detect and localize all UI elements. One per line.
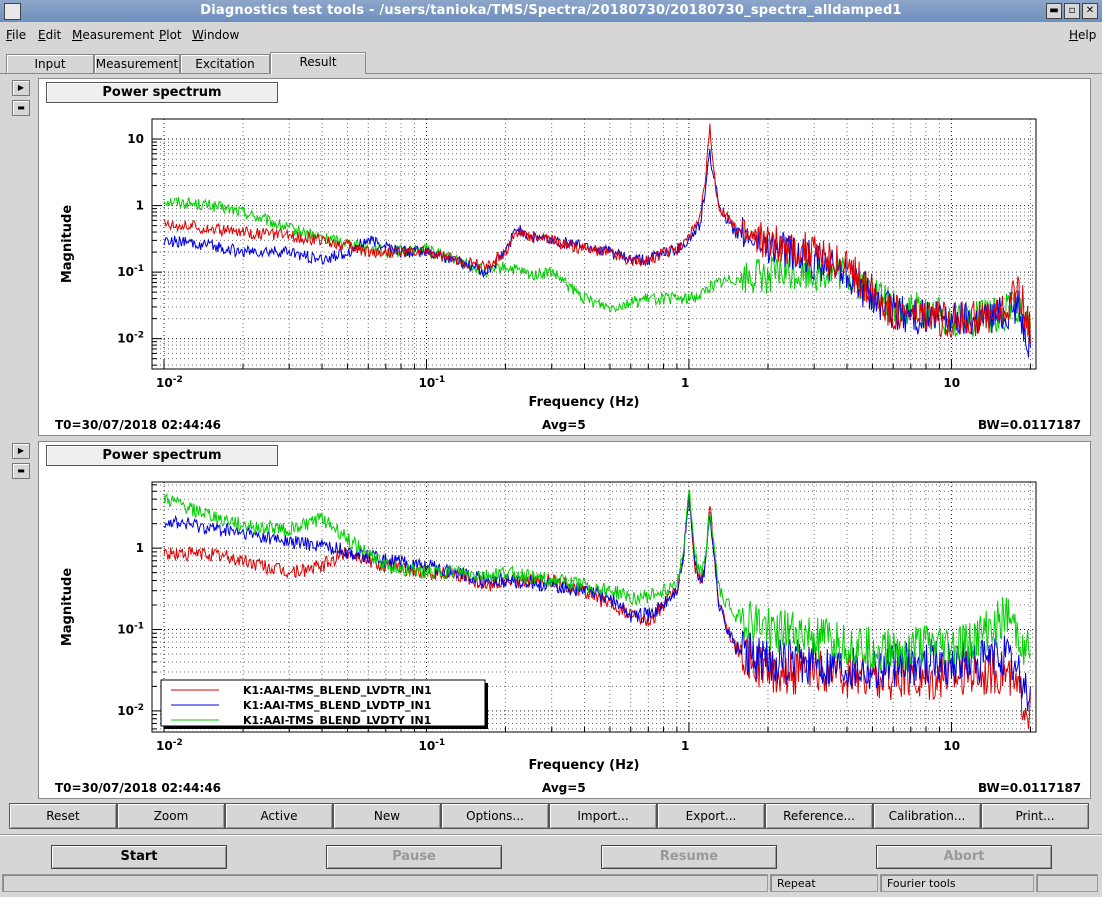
reset-button[interactable]: Reset (9, 803, 117, 829)
panel1-avg: Avg=5 (542, 418, 586, 432)
panel1-collapse-icon[interactable]: ▬ (12, 100, 30, 116)
x-tick-label-1: 10-1 (418, 738, 445, 753)
y-tick-label-0: 10-2 (117, 703, 144, 718)
options-button[interactable]: Options... (441, 803, 549, 829)
tab-result[interactable]: Result (270, 52, 366, 74)
status-repeat: Repeat (770, 874, 878, 892)
title-bar: Diagnostics test tools - /users/tanioka/… (0, 0, 1102, 22)
status-message (2, 874, 768, 892)
y-axis-label: Magnitude (60, 568, 75, 647)
menu-help[interactable]: Help (1069, 28, 1096, 42)
x-tick-label-0: 10-2 (156, 375, 183, 390)
tab-input[interactable]: Input (6, 54, 94, 73)
menu-window[interactable]: Window (192, 28, 239, 42)
series-line-1 (163, 493, 1031, 711)
panel1-expand-icon[interactable]: ▶ (12, 80, 30, 96)
y-tick-label-2: 1 (136, 199, 144, 213)
legend-entry-0: K1:AAI-TMS_BLEND_LVDTR_IN1 (243, 684, 432, 697)
tab-excitation[interactable]: Excitation (180, 54, 270, 73)
series-line-2 (163, 489, 1031, 671)
x-tick-label-1: 10-1 (418, 375, 445, 390)
legend-entry-1: K1:AAI-TMS_BLEND_LVDTP_IN1 (243, 699, 431, 712)
grid (151, 119, 1036, 369)
y-tick-label-3: 10 (127, 132, 144, 146)
y-axis-label: Magnitude (60, 205, 75, 284)
y-tick-label-1: 10-1 (117, 264, 144, 279)
y-tick-label-1: 10-1 (117, 622, 144, 637)
menu-measurement[interactable]: Measurement (72, 28, 154, 42)
series-line-0 (163, 196, 1031, 338)
x-tick-label-3: 10 (943, 739, 960, 753)
export-button[interactable]: Export... (657, 803, 765, 829)
active-button[interactable]: Active (225, 803, 333, 829)
tab-measurement[interactable]: Measurement (94, 54, 180, 73)
calibration-button[interactable]: Calibration... (873, 803, 981, 829)
zoom-button[interactable]: Zoom (117, 803, 225, 829)
import-button[interactable]: Import... (549, 803, 657, 829)
legend-entry-2: K1:AAI-TMS_BLEND_LVDTY_IN1 (243, 714, 431, 727)
panel2-bw: BW=0.0117187 (978, 781, 1082, 795)
power-spectrum-plot-1[interactable]: 10-2 10-1 1 10 10-2 10-1 1 10 Frequency (Hz) Magn… (39, 79, 1090, 435)
panel2-collapse-icon[interactable]: ▬ (12, 463, 30, 479)
panel2-avg: Avg=5 (542, 781, 586, 795)
window-title: Diagnostics test tools - /users/tanioka/… (200, 3, 902, 18)
menu-bar: File Edit Measurement Plot Window Help (0, 24, 1102, 46)
print-button[interactable]: Print... (981, 803, 1089, 829)
start-button[interactable]: Start (51, 845, 227, 869)
x-axis-label: Frequency (Hz) (529, 395, 640, 410)
tab-baseline (0, 73, 1102, 74)
y-tick-label-0: 10-2 (117, 331, 144, 346)
menu-edit[interactable]: Edit (38, 28, 61, 42)
separator (0, 834, 1102, 836)
x-tick-label-2: 1 (681, 376, 689, 390)
power-spectrum-plot-2[interactable]: 10-2 10-1 1 10 10-2 10-1 1 Frequency (Hz) Magnit… (39, 442, 1090, 798)
x-tick-label-3: 10 (943, 376, 960, 390)
panel2-expand-icon[interactable]: ▶ (12, 443, 30, 459)
panel1-t0: T0=30/07/2018 02:44:46 (55, 418, 222, 432)
plot-panel-2: Power spectrum 10-2 10-1 1 10 10-2 10-1 1 Frequ… (38, 441, 1091, 799)
plot-panel-1: Power spectrum 10-2 10-1 1 10 10-2 10-1 1 10 Fre… (38, 78, 1091, 436)
close-icon[interactable]: ✕ (1082, 3, 1098, 19)
legend: K1:AAI-TMS_BLEND_LVDTR_IN1 K1:AAI-TMS_BLE… (160, 679, 488, 729)
plot-frame (151, 118, 1037, 370)
x-tick-label-2: 1 (681, 739, 689, 753)
menu-file[interactable]: File (6, 28, 26, 42)
minimize-icon[interactable]: ▬ (1046, 3, 1062, 19)
y-tick-label-2: 1 (136, 541, 144, 555)
reference-button[interactable]: Reference... (765, 803, 873, 829)
status-extra (1036, 874, 1098, 892)
abort-button[interactable]: Abort (876, 845, 1052, 869)
panel2-t0: T0=30/07/2018 02:44:46 (55, 781, 222, 795)
pause-button[interactable]: Pause (326, 845, 502, 869)
resume-button[interactable]: Resume (601, 845, 777, 869)
maximize-icon[interactable]: ▫ (1064, 3, 1080, 19)
new-button[interactable]: New (333, 803, 441, 829)
panel1-bw: BW=0.0117187 (978, 418, 1082, 432)
x-axis-label: Frequency (Hz) (529, 758, 640, 773)
x-tick-label-0: 10-2 (156, 738, 183, 753)
status-tools: Fourier tools (880, 874, 1034, 892)
menu-plot[interactable]: Plot (159, 28, 182, 42)
